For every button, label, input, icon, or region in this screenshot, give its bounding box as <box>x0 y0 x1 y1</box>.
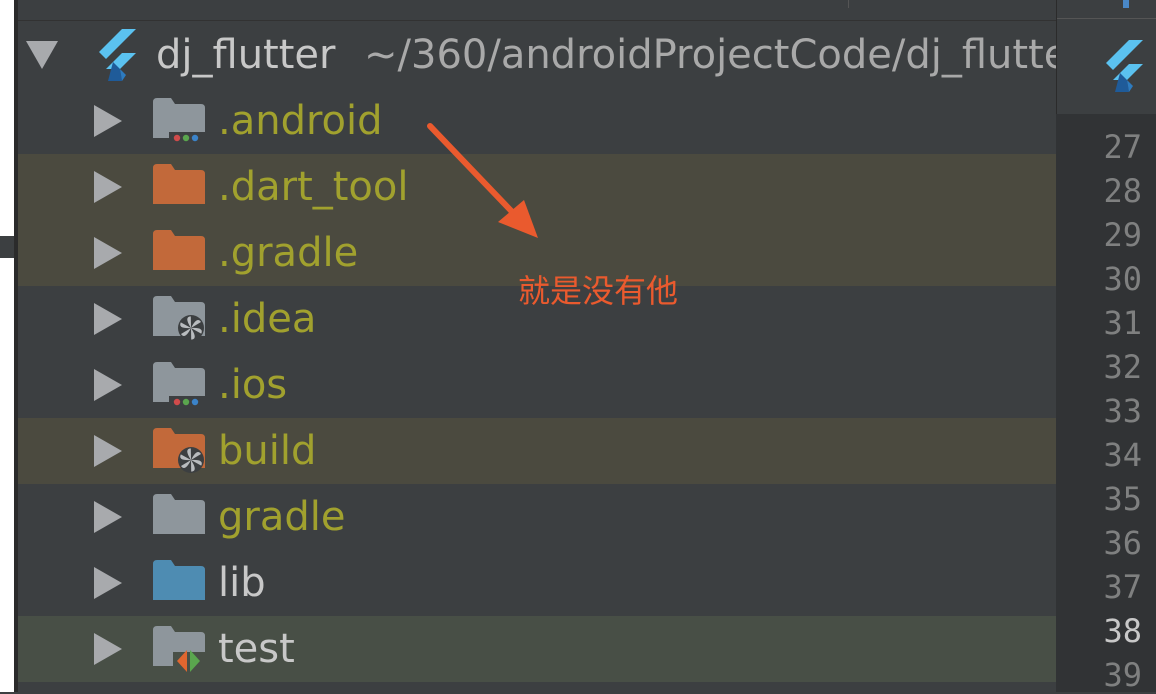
source-folder-icon <box>153 560 205 600</box>
android-folder-icon <box>153 98 205 144</box>
tree-item-label: .ios <box>218 362 288 408</box>
line-number: 31 <box>1103 304 1142 342</box>
tree-item-label: build <box>218 428 317 474</box>
folder-icon <box>153 494 205 534</box>
project-name: dj_flutter <box>156 32 336 78</box>
active-tab-indicator <box>1123 0 1129 8</box>
flutter-icon <box>99 29 136 81</box>
tree-row[interactable]: .ios <box>18 352 1056 418</box>
expand-arrow-icon[interactable] <box>94 435 122 467</box>
excluded-folder-icon <box>153 164 205 204</box>
expand-arrow-icon[interactable] <box>94 105 122 137</box>
ios-folder-icon <box>153 362 205 408</box>
tree-root-row[interactable]: dj_flutter ~/360/androidProjectCode/dj_f… <box>18 22 1056 88</box>
tree-item-label: .dart_tool <box>218 164 409 210</box>
left-edge-panel <box>0 0 18 692</box>
line-number: 33 <box>1103 392 1142 430</box>
build-folder-icon <box>153 428 205 473</box>
project-path: ~/360/androidProjectCode/dj_flutter <box>364 32 1056 78</box>
project-tree: dj_flutter ~/360/androidProjectCode/dj_f… <box>18 0 1056 692</box>
expand-arrow-icon[interactable] <box>94 369 122 401</box>
line-number: 39 <box>1103 656 1142 694</box>
tree-row[interactable]: lib <box>18 550 1056 616</box>
tree-row[interactable]: build <box>18 418 1056 484</box>
line-number: 37 <box>1103 568 1142 606</box>
editor-gutter: 27 28 29 30 31 32 33 34 35 36 37 38 39 <box>1056 0 1156 694</box>
tree-item-label: .gradle <box>218 230 359 276</box>
expand-arrow-icon[interactable] <box>94 567 122 599</box>
tree-item-label: gradle <box>218 494 346 540</box>
annotation-arrow <box>427 123 538 238</box>
line-number: 27 <box>1103 128 1142 166</box>
line-number: 29 <box>1103 216 1142 254</box>
tree-item-label: test <box>218 626 295 672</box>
tab-bar-separator <box>1057 18 1156 19</box>
tree-item-label: .android <box>218 98 383 144</box>
left-edge-white-lower <box>0 258 14 692</box>
collapse-arrow-icon[interactable] <box>26 41 58 69</box>
annotation-text: 就是没有他 <box>518 272 679 310</box>
line-number: 32 <box>1103 348 1142 386</box>
line-number: 35 <box>1103 480 1142 518</box>
line-number: 30 <box>1103 260 1142 298</box>
tree-row[interactable]: test <box>18 616 1056 682</box>
line-number: 36 <box>1103 524 1142 562</box>
idea-folder-icon <box>153 296 205 341</box>
project-tree-toolbar <box>18 0 1056 21</box>
expand-arrow-icon[interactable] <box>94 171 122 203</box>
flutter-file-tab-icon[interactable] <box>1101 38 1147 94</box>
test-folder-icon <box>153 626 205 672</box>
tree-item-label: lib <box>218 560 266 606</box>
line-number: 38 <box>1103 612 1142 650</box>
editor-tab-bar <box>1056 0 1156 114</box>
toolbar-separator <box>848 0 849 8</box>
line-number: 28 <box>1103 172 1142 210</box>
excluded-folder-icon <box>153 230 205 270</box>
line-number: 34 <box>1103 436 1142 474</box>
tree-item-label: .idea <box>218 296 317 342</box>
expand-arrow-icon[interactable] <box>94 237 122 269</box>
left-edge-white <box>0 0 14 236</box>
tree-row[interactable]: gradle <box>18 484 1056 550</box>
expand-arrow-icon[interactable] <box>94 303 122 335</box>
expand-arrow-icon[interactable] <box>94 501 122 533</box>
expand-arrow-icon[interactable] <box>94 633 122 665</box>
